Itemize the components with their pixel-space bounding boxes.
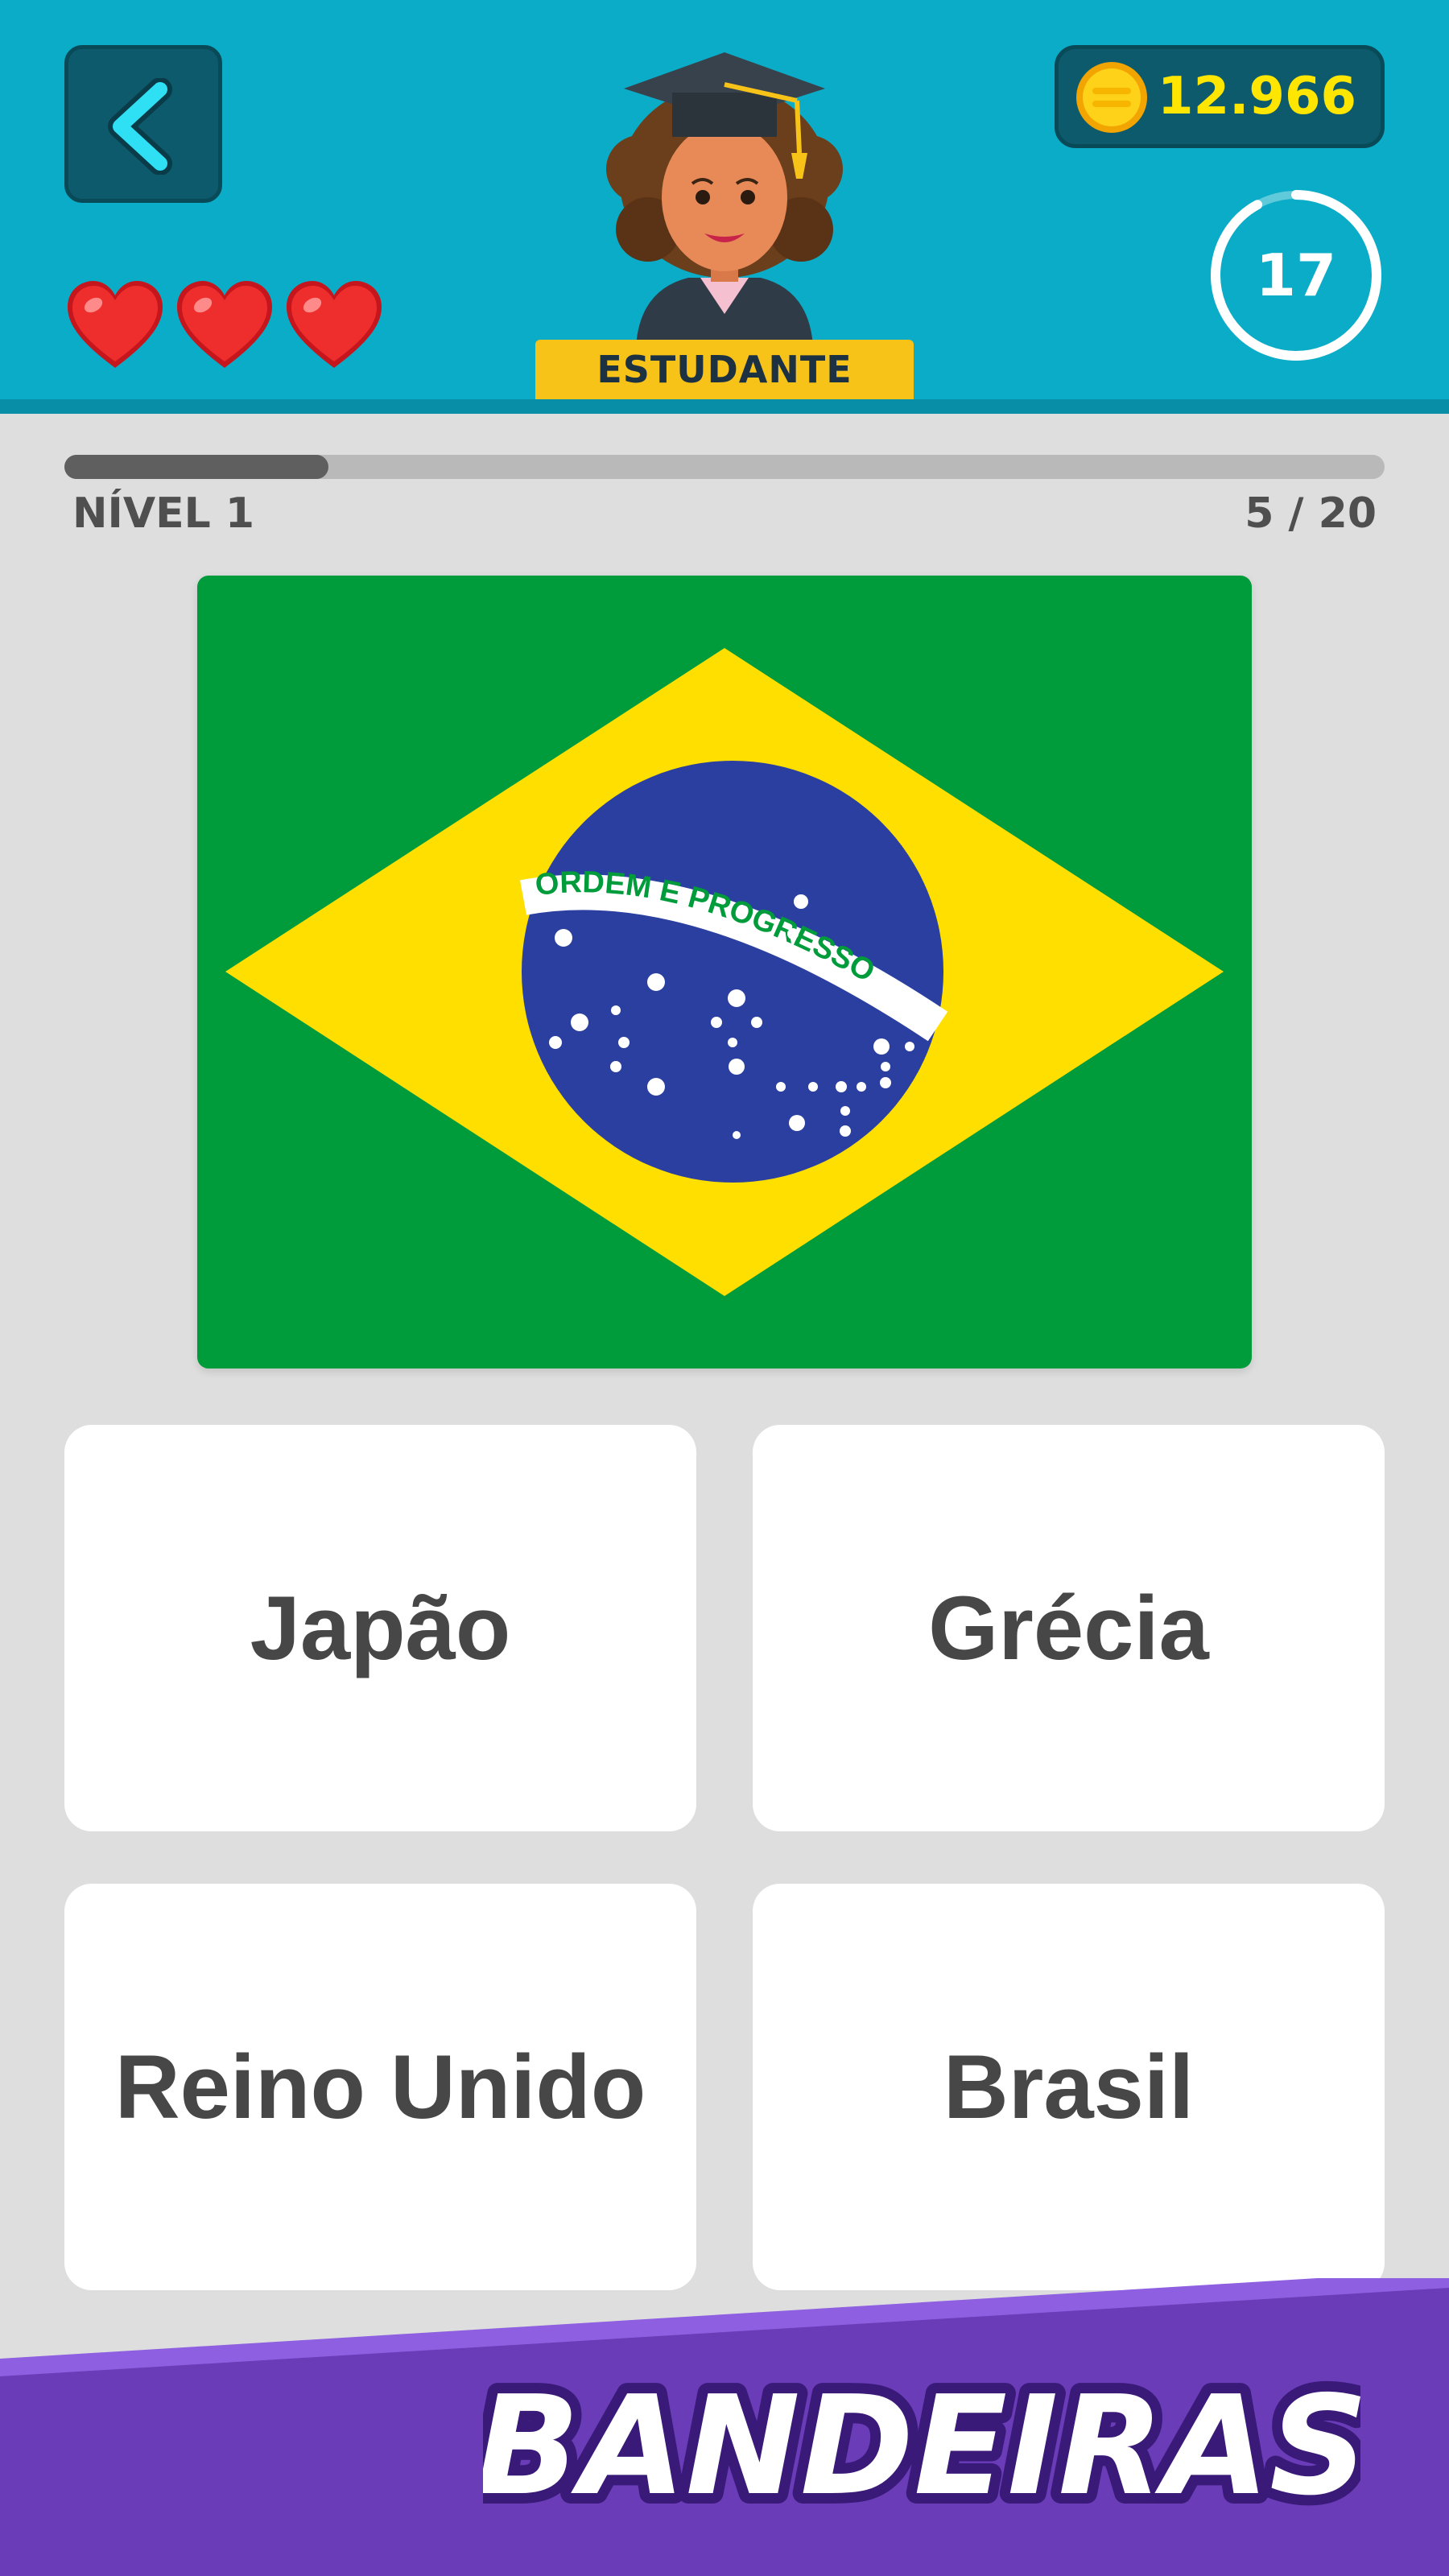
- lives-indicator: [64, 278, 385, 374]
- category-title-text: BANDEIRAS: [483, 2367, 1360, 2521]
- coin-icon: [1076, 62, 1147, 133]
- back-button[interactable]: [64, 45, 222, 203]
- answer-option-3[interactable]: Reino Unido: [64, 1884, 696, 2290]
- countdown-timer: 17: [1208, 187, 1385, 364]
- level-label: NÍVEL 1: [72, 489, 255, 538]
- coin-value: 12.966: [1158, 67, 1356, 126]
- heart-icon: [68, 281, 163, 368]
- heart-icon: [177, 281, 272, 368]
- timer-value: 17: [1255, 242, 1337, 309]
- level-progress-bar: [64, 455, 1385, 479]
- rank-label: ESTUDANTE: [535, 340, 914, 399]
- coin-balance: 12.966: [1055, 45, 1385, 148]
- student-avatar: [606, 52, 843, 346]
- heart-icon: [287, 281, 382, 368]
- flag-image: ORDEM E PROGRESSO: [197, 576, 1252, 1368]
- top-bar-shadow: [0, 399, 1449, 414]
- chevron-left-icon: [108, 78, 172, 175]
- category-title: BANDEIRAS BANDEIRAS: [483, 2360, 1360, 2521]
- level-progress-fill: [64, 455, 328, 479]
- answer-option-2[interactable]: Grécia: [753, 1425, 1385, 1831]
- question-counter: 5 / 20: [1245, 489, 1377, 538]
- brazil-flag: ORDEM E PROGRESSO: [197, 576, 1252, 1368]
- answer-option-4[interactable]: Brasil: [753, 1884, 1385, 2290]
- answer-option-1[interactable]: Japão: [64, 1425, 696, 1831]
